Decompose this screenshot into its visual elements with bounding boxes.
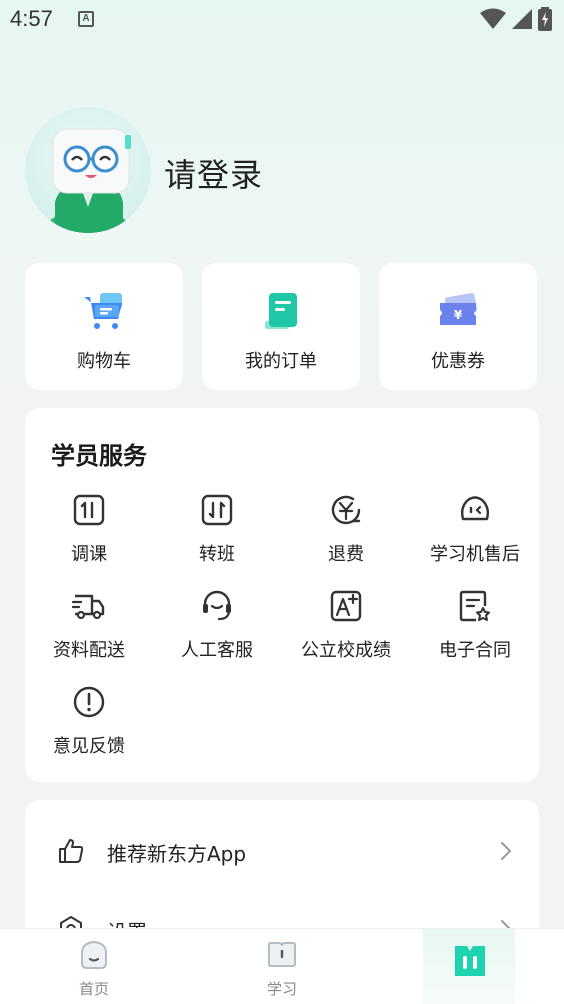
mascot-avatar-icon xyxy=(48,128,131,233)
service-feedback[interactable]: 意见反馈 xyxy=(25,685,153,771)
service-label: 调课 xyxy=(71,544,107,565)
status-icons xyxy=(480,7,552,31)
service-device-aftersale[interactable]: 学习机售后 xyxy=(411,493,539,579)
grade-icon xyxy=(330,590,362,622)
status-time: 4:57 xyxy=(10,6,53,31)
services-title: 学员服务 xyxy=(51,442,147,470)
order-icon xyxy=(265,293,297,329)
adjust-class-icon xyxy=(73,494,105,526)
profile-tab-icon xyxy=(455,946,485,976)
shopping-cart-icon xyxy=(84,293,122,329)
service-e-contract[interactable]: 电子合同 xyxy=(411,589,539,675)
recommend-app-label: 推荐新东方App xyxy=(107,842,247,866)
feedback-icon xyxy=(73,686,105,718)
service-label: 转班 xyxy=(199,544,235,565)
svg-text:¥: ¥ xyxy=(454,308,463,322)
device-aftersale-icon xyxy=(460,496,490,521)
service-label: 人工客服 xyxy=(181,640,253,661)
service-transfer-class[interactable]: 转班 xyxy=(153,493,281,579)
wifi-icon xyxy=(480,8,506,29)
tab-profile[interactable] xyxy=(376,929,564,1004)
tab-home-label: 首页 xyxy=(78,980,109,998)
study-icon xyxy=(268,942,296,967)
service-label: 电子合同 xyxy=(439,640,511,661)
headset-icon xyxy=(203,590,231,621)
battery-icon xyxy=(538,7,552,31)
contract-icon xyxy=(459,590,490,622)
orders-card[interactable]: 我的订单 xyxy=(202,263,360,390)
coupon-label: 优惠券 xyxy=(431,351,485,372)
service-label: 学习机售后 xyxy=(430,544,520,565)
status-bar: 4:57 A xyxy=(0,0,564,38)
cart-card[interactable]: 购物车 xyxy=(25,263,183,390)
service-adjust-class[interactable]: 调课 xyxy=(25,493,153,579)
cart-label: 购物车 xyxy=(77,351,131,372)
bottom-nav: 首页 学习 xyxy=(0,928,564,1004)
coupon-card[interactable]: ¥ 优惠券 xyxy=(379,263,537,390)
service-school-grades[interactable]: 公立校成绩 xyxy=(282,589,410,675)
service-label: 意见反馈 xyxy=(53,736,125,757)
refund-icon xyxy=(331,495,361,525)
delivery-truck-icon xyxy=(72,594,105,620)
avatar[interactable] xyxy=(25,107,151,233)
service-delivery[interactable]: 资料配送 xyxy=(25,589,153,675)
chevron-right-icon xyxy=(501,842,511,860)
student-services-panel: 学员服务 调课 转班 退费 学习机售后 资料配送 人工客服 公立校成绩 电子合同… xyxy=(25,408,539,782)
tab-study-label: 学习 xyxy=(266,980,297,998)
tab-home[interactable]: 首页 xyxy=(0,929,188,1004)
tab-study[interactable]: 学习 xyxy=(188,929,376,1004)
signal-icon xyxy=(512,9,532,29)
orders-label: 我的订单 xyxy=(245,351,317,372)
service-label: 公立校成绩 xyxy=(301,640,391,661)
login-prompt[interactable]: 请登录 xyxy=(164,150,263,196)
coupon-icon: ¥ xyxy=(440,293,478,325)
home-icon xyxy=(81,940,107,969)
service-label: 资料配送 xyxy=(53,640,125,661)
service-label: 退费 xyxy=(328,544,364,565)
thumbs-up-icon xyxy=(59,839,84,863)
service-customer-support[interactable]: 人工客服 xyxy=(153,589,281,675)
recommend-app-row[interactable]: 推荐新东方App xyxy=(25,821,539,881)
service-refund[interactable]: 退费 xyxy=(282,493,410,579)
notification-a-icon: A xyxy=(78,11,94,27)
transfer-class-icon xyxy=(201,494,233,526)
